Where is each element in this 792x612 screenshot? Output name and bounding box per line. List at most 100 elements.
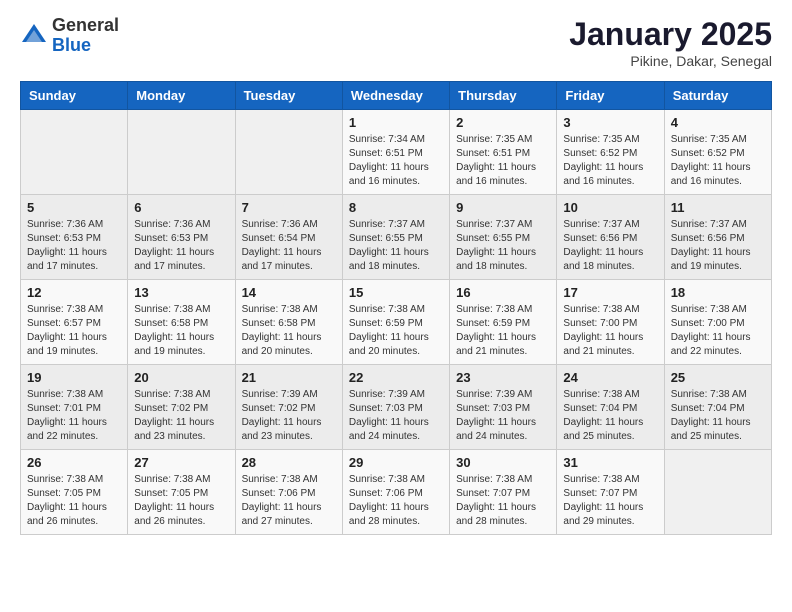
col-friday: Friday: [557, 82, 664, 110]
day-number: 12: [27, 285, 121, 300]
day-number: 21: [242, 370, 336, 385]
day-info: Sunrise: 7:38 AM Sunset: 7:06 PM Dayligh…: [349, 473, 443, 529]
day-number: 30: [456, 455, 550, 470]
table-row: 24Sunrise: 7:38 AM Sunset: 7:04 PM Dayli…: [557, 365, 664, 450]
table-row: 25 Sunrise: 7:38 AM Sunset: 7:04 PM Dayli…: [664, 365, 771, 450]
day-number: 2: [456, 115, 550, 130]
day-number: 4: [671, 115, 765, 130]
day-info: Sunrise: 7:36 AM Sunset: 6:54 PM Dayligh…: [242, 218, 336, 274]
table-row: 15 Sunrise: 7:38 AM Sunset: 6:59 PM Dayli…: [342, 280, 449, 365]
col-wednesday: Wednesday: [342, 82, 449, 110]
title-block: January 2025 Pikine, Dakar, Senegal: [569, 16, 772, 69]
table-row: 21Sunrise: 7:39 AM Sunset: 7:02 PM Dayli…: [235, 365, 342, 450]
day-info: Sunrise: 7:38 AM Sunset: 7:06 PM Dayligh…: [242, 473, 336, 529]
day-number: 10: [563, 200, 657, 215]
day-info: Sunrise: 7:38 AM Sunset: 7:07 PM Dayligh…: [456, 473, 550, 529]
page: General Blue January 2025 Pikine, Dakar,…: [0, 0, 792, 551]
day-info: Sunrise: 7:38 AM Sunset: 6:57 PM Dayligh…: [27, 303, 121, 359]
day-info: Sunrise: 7:37 AM Sunset: 6:56 PM Dayligh…: [563, 218, 657, 274]
table-row: 31 Sunrise: 7:38 AM Sunset: 7:07 PM Dayli…: [557, 450, 664, 535]
table-row: 13 Sunrise: 7:38 AM Sunset: 6:58 PM Dayli…: [128, 280, 235, 365]
logo-blue-text: Blue: [52, 35, 91, 55]
day-number: 26: [27, 455, 121, 470]
day-number: 19: [27, 370, 121, 385]
day-info: Sunrise: 7:37 AM Sunset: 6:56 PM Dayligh…: [671, 218, 765, 274]
month-title: January 2025: [569, 16, 772, 53]
day-info: Sunrise: 7:38 AM Sunset: 7:00 PM Dayligh…: [671, 303, 765, 359]
calendar-week-row: 12 Sunrise: 7:38 AM Sunset: 6:57 PM Dayli…: [21, 280, 772, 365]
table-row: 19 Sunrise: 7:38 AM Sunset: 7:01 PM Dayli…: [21, 365, 128, 450]
day-info: Sunrise: 7:38 AM Sunset: 6:58 PM Dayligh…: [242, 303, 336, 359]
day-number: 27: [134, 455, 228, 470]
calendar-header-row: Sunday Monday Tuesday Wednesday Thursday…: [21, 82, 772, 110]
table-row: 9Sunrise: 7:37 AM Sunset: 6:55 PM Daylig…: [450, 195, 557, 280]
location-subtitle: Pikine, Dakar, Senegal: [569, 53, 772, 69]
logo-general-text: General: [52, 15, 119, 35]
day-number: 7: [242, 200, 336, 215]
day-info: Sunrise: 7:38 AM Sunset: 7:00 PM Dayligh…: [563, 303, 657, 359]
day-info: Sunrise: 7:36 AM Sunset: 6:53 PM Dayligh…: [134, 218, 228, 274]
table-row: 3Sunrise: 7:35 AM Sunset: 6:52 PM Daylig…: [557, 110, 664, 195]
col-monday: Monday: [128, 82, 235, 110]
table-row: 18 Sunrise: 7:38 AM Sunset: 7:00 PM Dayli…: [664, 280, 771, 365]
table-row: 29 Sunrise: 7:38 AM Sunset: 7:06 PM Dayli…: [342, 450, 449, 535]
day-number: 1: [349, 115, 443, 130]
table-row: 1 Sunrise: 7:34 AM Sunset: 6:51 PM Daylig…: [342, 110, 449, 195]
table-row: 2 Sunrise: 7:35 AM Sunset: 6:51 PM Daylig…: [450, 110, 557, 195]
table-row: 11 Sunrise: 7:37 AM Sunset: 6:56 PM Dayli…: [664, 195, 771, 280]
day-info: Sunrise: 7:38 AM Sunset: 7:05 PM Dayligh…: [27, 473, 121, 529]
day-info: Sunrise: 7:38 AM Sunset: 7:04 PM Dayligh…: [671, 388, 765, 444]
col-tuesday: Tuesday: [235, 82, 342, 110]
table-row: 8 Sunrise: 7:37 AM Sunset: 6:55 PM Daylig…: [342, 195, 449, 280]
day-number: 28: [242, 455, 336, 470]
day-number: 24: [563, 370, 657, 385]
day-number: 31: [563, 455, 657, 470]
table-row: [235, 110, 342, 195]
day-number: 29: [349, 455, 443, 470]
col-saturday: Saturday: [664, 82, 771, 110]
day-info: Sunrise: 7:35 AM Sunset: 6:52 PM Dayligh…: [563, 133, 657, 189]
day-info: Sunrise: 7:37 AM Sunset: 6:55 PM Dayligh…: [349, 218, 443, 274]
day-number: 25: [671, 370, 765, 385]
logo-icon: [20, 22, 48, 50]
day-info: Sunrise: 7:34 AM Sunset: 6:51 PM Dayligh…: [349, 133, 443, 189]
day-info: Sunrise: 7:35 AM Sunset: 6:51 PM Dayligh…: [456, 133, 550, 189]
calendar-week-row: 5 Sunrise: 7:36 AM Sunset: 6:53 PM Daylig…: [21, 195, 772, 280]
table-row: [128, 110, 235, 195]
table-row: 28 Sunrise: 7:38 AM Sunset: 7:06 PM Dayli…: [235, 450, 342, 535]
table-row: 30 Sunrise: 7:38 AM Sunset: 7:07 PM Dayli…: [450, 450, 557, 535]
day-info: Sunrise: 7:38 AM Sunset: 6:58 PM Dayligh…: [134, 303, 228, 359]
day-info: Sunrise: 7:35 AM Sunset: 6:52 PM Dayligh…: [671, 133, 765, 189]
day-info: Sunrise: 7:38 AM Sunset: 6:59 PM Dayligh…: [349, 303, 443, 359]
day-info: Sunrise: 7:38 AM Sunset: 7:07 PM Dayligh…: [563, 473, 657, 529]
col-thursday: Thursday: [450, 82, 557, 110]
table-row: 17 Sunrise: 7:38 AM Sunset: 7:00 PM Dayli…: [557, 280, 664, 365]
day-number: 16: [456, 285, 550, 300]
header: General Blue January 2025 Pikine, Dakar,…: [20, 16, 772, 69]
calendar-week-row: 19 Sunrise: 7:38 AM Sunset: 7:01 PM Dayli…: [21, 365, 772, 450]
table-row: 20Sunrise: 7:38 AM Sunset: 7:02 PM Dayli…: [128, 365, 235, 450]
day-info: Sunrise: 7:38 AM Sunset: 7:02 PM Dayligh…: [134, 388, 228, 444]
calendar: Sunday Monday Tuesday Wednesday Thursday…: [20, 81, 772, 535]
table-row: 6Sunrise: 7:36 AM Sunset: 6:53 PM Daylig…: [128, 195, 235, 280]
day-number: 15: [349, 285, 443, 300]
table-row: 7 Sunrise: 7:36 AM Sunset: 6:54 PM Daylig…: [235, 195, 342, 280]
day-info: Sunrise: 7:37 AM Sunset: 6:55 PM Dayligh…: [456, 218, 550, 274]
day-info: Sunrise: 7:38 AM Sunset: 7:01 PM Dayligh…: [27, 388, 121, 444]
day-number: 11: [671, 200, 765, 215]
table-row: 4 Sunrise: 7:35 AM Sunset: 6:52 PM Daylig…: [664, 110, 771, 195]
day-number: 8: [349, 200, 443, 215]
col-sunday: Sunday: [21, 82, 128, 110]
day-number: 5: [27, 200, 121, 215]
day-info: Sunrise: 7:38 AM Sunset: 7:05 PM Dayligh…: [134, 473, 228, 529]
day-number: 13: [134, 285, 228, 300]
calendar-week-row: 26 Sunrise: 7:38 AM Sunset: 7:05 PM Dayli…: [21, 450, 772, 535]
day-number: 18: [671, 285, 765, 300]
calendar-week-row: 1 Sunrise: 7:34 AM Sunset: 6:51 PM Daylig…: [21, 110, 772, 195]
day-number: 23: [456, 370, 550, 385]
day-info: Sunrise: 7:36 AM Sunset: 6:53 PM Dayligh…: [27, 218, 121, 274]
day-number: 17: [563, 285, 657, 300]
day-number: 22: [349, 370, 443, 385]
table-row: [664, 450, 771, 535]
day-info: Sunrise: 7:39 AM Sunset: 7:03 PM Dayligh…: [349, 388, 443, 444]
